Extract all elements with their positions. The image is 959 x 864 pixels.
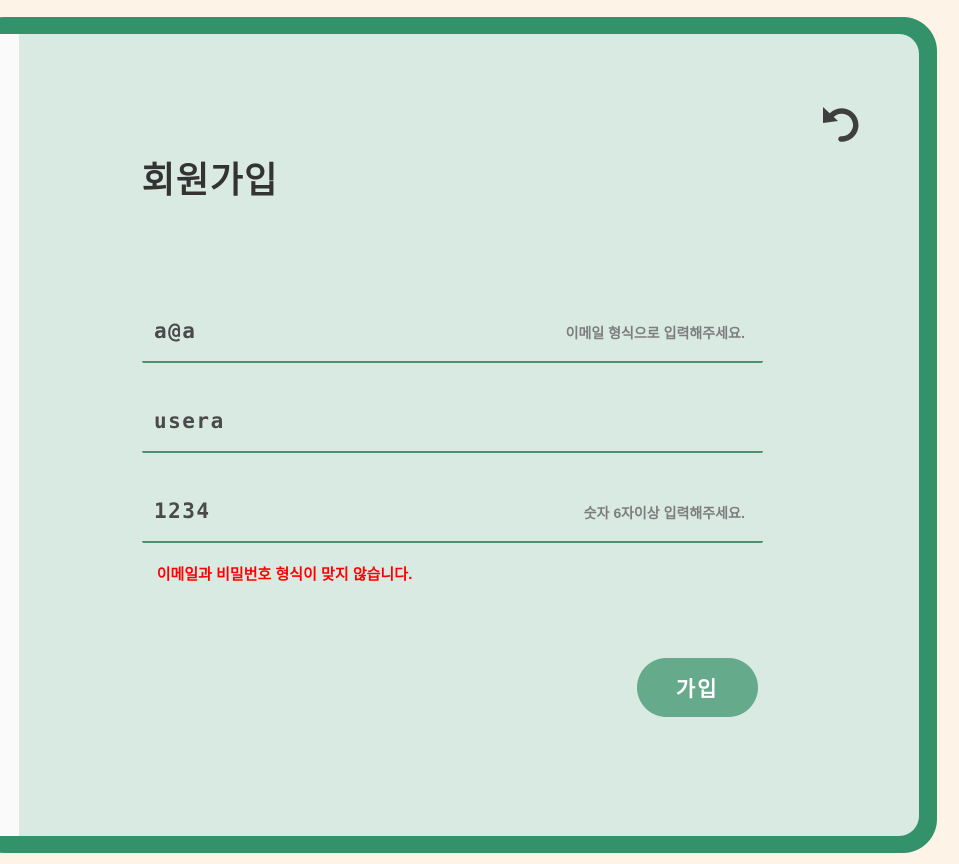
email-hint: 이메일 형식으로 입력해주세요.: [565, 325, 745, 341]
password-hint: 숫자 6자이상 입력해주세요.: [583, 505, 745, 521]
username-field: [142, 391, 763, 453]
password-field: 숫자 6자이상 입력해주세요.: [142, 481, 763, 543]
password-input[interactable]: [154, 493, 534, 529]
back-button[interactable]: [817, 99, 865, 147]
page-title: 회원가입: [142, 160, 279, 201]
signup-button[interactable]: 가입: [637, 658, 758, 717]
undo-arrow-icon: [823, 107, 859, 142]
username-input[interactable]: [154, 403, 534, 439]
error-message: 이메일과 비밀번호 형식이 맞지 않습니다.: [157, 566, 413, 583]
email-field: 이메일 형식으로 입력해주세요.: [142, 301, 763, 363]
email-input[interactable]: [154, 313, 534, 349]
left-panel: [0, 34, 19, 836]
